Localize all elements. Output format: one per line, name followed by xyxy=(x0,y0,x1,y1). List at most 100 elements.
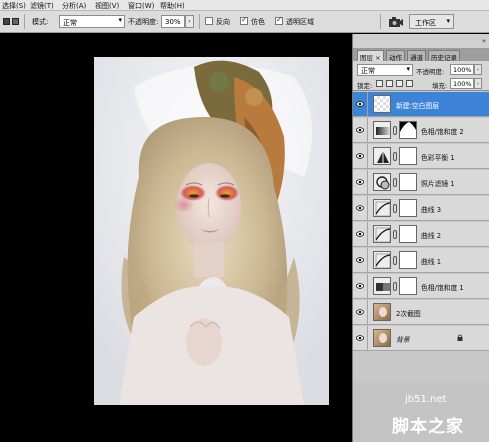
eye-icon[interactable] xyxy=(356,204,364,212)
gradient-mode-icon[interactable] xyxy=(3,18,10,25)
layer-row[interactable]: 曲线 3 xyxy=(353,196,489,221)
layer-mask[interactable] xyxy=(399,121,417,139)
layer-opacity-slider[interactable]: › xyxy=(474,64,482,75)
dither-checkbox[interactable] xyxy=(240,15,248,25)
eye-icon[interactable] xyxy=(356,126,364,134)
link-icon[interactable] xyxy=(393,204,397,213)
layer-name[interactable]: 色相/饱和度 2 xyxy=(421,126,464,136)
eye-icon[interactable] xyxy=(356,100,364,108)
menu-filter[interactable]: 滤镜(T) xyxy=(30,1,54,11)
visibility-toggle[interactable] xyxy=(353,248,368,273)
lock-all-icon[interactable] xyxy=(406,80,413,87)
link-icon[interactable] xyxy=(393,282,397,291)
tab-layers[interactable]: 图层 × xyxy=(357,50,384,62)
eye-icon[interactable] xyxy=(356,178,364,186)
eye-icon[interactable] xyxy=(356,308,364,316)
layer-row[interactable]: 照片滤镜 1 xyxy=(353,170,489,195)
layer-thumbnail xyxy=(373,329,391,347)
layer-name[interactable]: 曲线 1 xyxy=(421,256,441,266)
visibility-toggle[interactable] xyxy=(353,144,368,169)
curves-icon xyxy=(373,225,391,243)
visibility-toggle[interactable] xyxy=(353,326,368,351)
link-icon[interactable] xyxy=(393,178,397,187)
layer-name[interactable]: 曲线 3 xyxy=(421,204,441,214)
collapse-icon[interactable]: » xyxy=(482,37,486,45)
opacity-input[interactable]: 30% xyxy=(161,15,185,28)
layer-row[interactable]: 背景 xyxy=(353,326,489,351)
eye-icon[interactable] xyxy=(356,282,364,290)
layer-name[interactable]: 新建:空白图层 xyxy=(396,100,439,110)
visibility-toggle[interactable] xyxy=(353,274,368,299)
mode-select[interactable]: 正常 ▾ xyxy=(59,15,125,28)
layer-mask[interactable] xyxy=(399,173,417,191)
hue-saturation-icon xyxy=(373,277,391,295)
layer-name[interactable]: 色相/饱和度 1 xyxy=(421,282,464,292)
visibility-toggle[interactable] xyxy=(353,300,368,325)
layer-row[interactable]: 新建:空白图层 xyxy=(353,92,489,117)
layer-mask[interactable] xyxy=(399,277,417,295)
transparency-checkbox[interactable] xyxy=(275,15,283,25)
document-canvas[interactable] xyxy=(0,34,352,442)
layer-name[interactable]: 2次截图 xyxy=(396,308,421,318)
tab-history[interactable]: 历史记录 xyxy=(428,50,460,62)
camera-icon[interactable] xyxy=(389,17,403,27)
layer-name[interactable]: 曲线 2 xyxy=(421,230,441,240)
visibility-toggle[interactable] xyxy=(353,92,368,117)
link-icon[interactable] xyxy=(393,230,397,239)
eye-icon[interactable] xyxy=(356,230,364,238)
workspace-button[interactable]: 工作区 ▾ xyxy=(409,14,454,29)
visibility-toggle[interactable] xyxy=(353,118,368,143)
layer-row[interactable]: 色相/饱和度 2 xyxy=(353,118,489,143)
watermark-site: jb51.net xyxy=(405,394,447,405)
lock-position-icon[interactable] xyxy=(396,80,403,87)
blend-mode-select[interactable]: 正常 ▾ xyxy=(357,64,413,76)
gradient-add-icon[interactable] xyxy=(12,18,19,25)
fill-label: 填充: xyxy=(432,82,448,90)
eye-icon[interactable] xyxy=(356,152,364,160)
menu-analysis[interactable]: 分析(A) xyxy=(62,1,86,11)
visibility-toggle[interactable] xyxy=(353,222,368,247)
fill-slider[interactable]: › xyxy=(474,78,482,89)
layer-mask[interactable] xyxy=(399,199,417,217)
layer-row[interactable]: 曲线 1 xyxy=(353,248,489,273)
menu-view[interactable]: 视图(V) xyxy=(95,1,119,11)
eye-icon[interactable] xyxy=(356,256,364,264)
lock-transparent-icon[interactable] xyxy=(376,80,383,87)
layer-row[interactable]: 色相/饱和度 1 xyxy=(353,274,489,299)
lock-label: 锁定: xyxy=(357,82,373,90)
visibility-toggle[interactable] xyxy=(353,170,368,195)
menu-bar: 选择(S) 滤镜(T) 分析(A) 视图(V) 窗口(W) 帮助(H) xyxy=(0,0,489,11)
layer-row[interactable]: 2次截图 xyxy=(353,300,489,325)
opacity-label: 不透明度: xyxy=(128,18,159,26)
layer-mask[interactable] xyxy=(399,225,417,243)
reverse-label: 反向 xyxy=(216,18,230,26)
curves-icon xyxy=(373,251,391,269)
layer-name[interactable]: 色彩平衡 1 xyxy=(421,152,455,162)
lock-image-icon[interactable] xyxy=(386,80,393,87)
layer-mask[interactable] xyxy=(399,147,417,165)
layer-row[interactable]: 曲线 2 xyxy=(353,222,489,247)
layer-name[interactable]: 照片滤镜 1 xyxy=(421,178,455,188)
link-icon[interactable] xyxy=(393,256,397,265)
layer-row[interactable]: 色彩平衡 1 xyxy=(353,144,489,169)
fill-input[interactable]: 100% xyxy=(450,78,474,89)
visibility-toggle[interactable] xyxy=(353,196,368,221)
link-icon[interactable] xyxy=(393,152,397,161)
menu-select[interactable]: 选择(S) xyxy=(2,1,26,11)
layer-opacity-label: 不透明度: xyxy=(416,68,445,76)
reverse-checkbox[interactable] xyxy=(205,17,213,25)
tab-channels[interactable]: 通道 xyxy=(407,50,426,62)
menu-help[interactable]: 帮助(H) xyxy=(160,1,185,11)
layer-opacity-input[interactable]: 100% xyxy=(450,64,474,75)
opacity-slider-toggle[interactable]: › xyxy=(185,15,194,28)
layer-thumbnail xyxy=(373,303,391,321)
eye-icon[interactable] xyxy=(356,334,364,342)
layer-mask[interactable] xyxy=(399,251,417,269)
layer-name[interactable]: 背景 xyxy=(396,334,410,344)
curves-icon xyxy=(373,199,391,217)
photo-filter-icon xyxy=(373,173,391,191)
menu-window[interactable]: 窗口(W) xyxy=(128,1,154,11)
tab-actions[interactable]: 动作 xyxy=(386,50,405,62)
link-icon[interactable] xyxy=(393,126,397,135)
chevron-down-icon: ▾ xyxy=(446,17,450,25)
